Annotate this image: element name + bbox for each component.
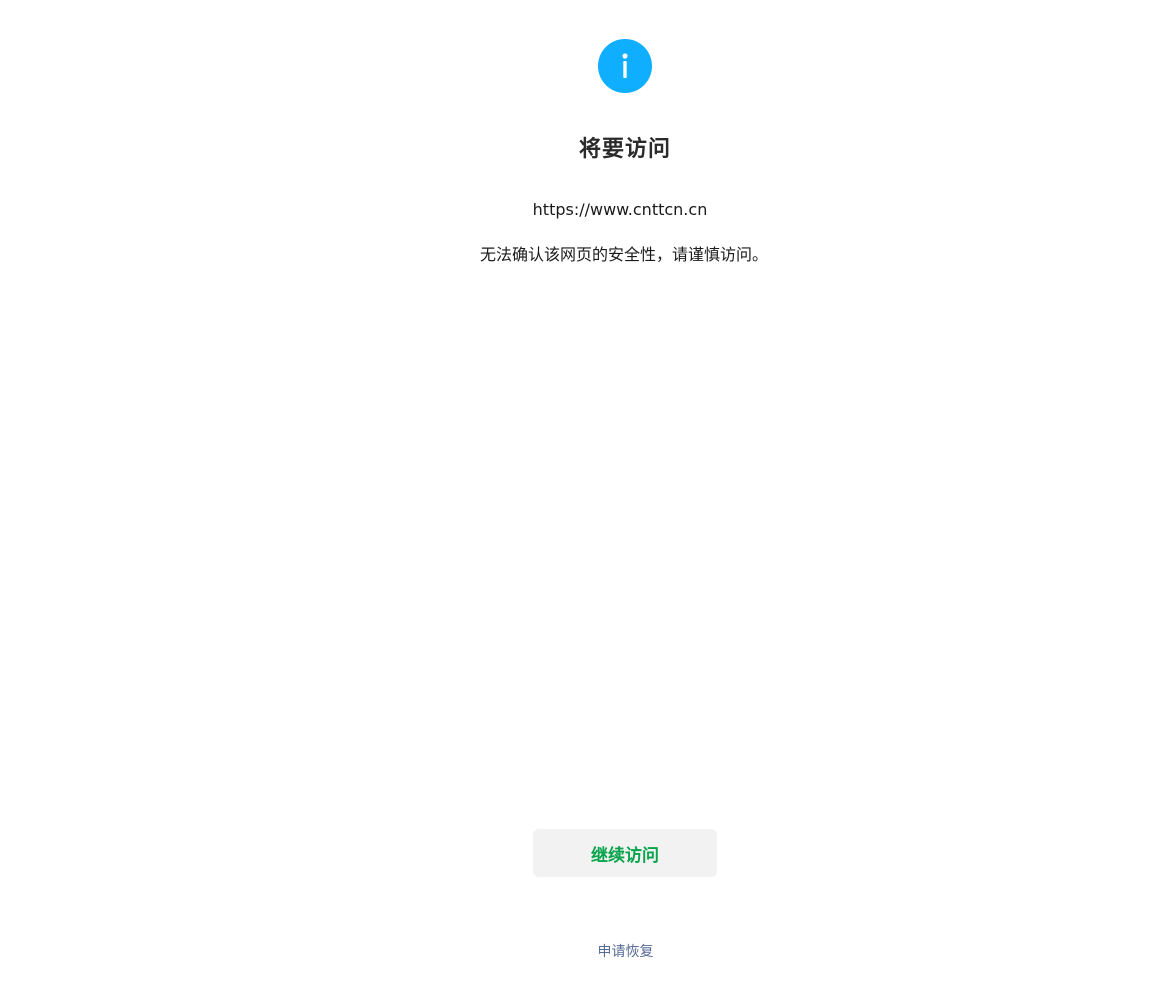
target-url: https://www.cnttcn.cn — [532, 200, 708, 219]
continue-visit-button[interactable]: 继续访问 — [533, 829, 717, 877]
security-warning: 无法确认该网页的安全性，请谨慎访问。 — [479, 245, 768, 264]
page-title: 将要访问 — [578, 137, 671, 162]
info-icon — [598, 39, 652, 93]
apply-restore-link[interactable]: 申请恢复 — [0, 941, 1165, 961]
info-icon-graphic — [598, 39, 652, 93]
warning-page: 将要访问 https://www.cnttcn.cn 无法确认该网页的安全性，请… — [0, 0, 1165, 983]
